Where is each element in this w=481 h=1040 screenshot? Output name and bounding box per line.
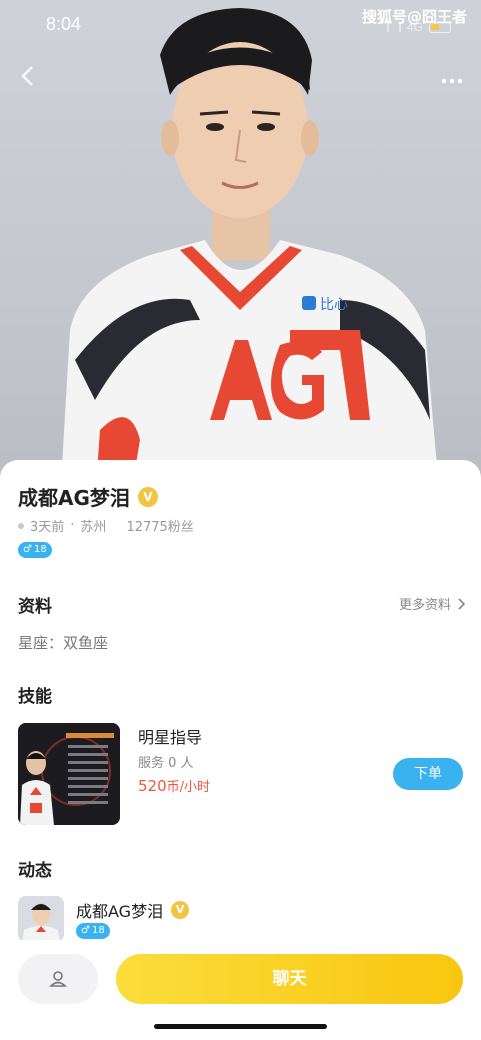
fans-count: 12775粉丝 <box>126 520 194 535</box>
bottom-action-bar: 聊天 <box>0 940 481 1040</box>
more-dots-icon <box>441 78 463 84</box>
verified-icon: V <box>137 486 158 507</box>
more-button[interactable] <box>441 66 463 91</box>
skill-served-count: 服务 0 人 <box>138 756 194 771</box>
skill-name: 明星指导 <box>138 728 203 747</box>
back-button[interactable] <box>14 62 42 90</box>
feed-name-row: 成都AG梦泪 V <box>76 898 190 922</box>
skill-price: 520币/小时 <box>138 776 210 795</box>
price-unit: 币/小时 <box>166 780 211 795</box>
skill-poster-image <box>18 723 120 825</box>
skill-thumbnail[interactable] <box>18 723 120 825</box>
online-status-dot <box>18 522 24 529</box>
profile-hero: 比心 8:04 4G 搜狐号@囧王者 <box>0 0 481 500</box>
chevron-right-icon <box>458 597 465 610</box>
feed-author-name: 成都AG梦泪 <box>76 902 164 921</box>
feed-age: 18 <box>91 925 105 936</box>
age: 18 <box>33 544 47 555</box>
watermark: 搜狐号@囧王者 <box>361 8 467 26</box>
chat-button[interactable]: 聊天 <box>116 954 463 1004</box>
meta-separator: · <box>70 518 75 533</box>
skills-section-title: 技能 <box>18 687 52 707</box>
verified-icon: V <box>171 901 190 919</box>
jersey-sponsor-text: 比心 <box>320 297 348 313</box>
male-icon: ♂ <box>23 544 32 555</box>
more-info-label: 更多资料 <box>398 598 451 613</box>
gender-age-badge: ♂ 18 <box>18 542 52 558</box>
feed-avatar[interactable] <box>18 896 64 942</box>
info-section-title: 资料 <box>18 597 52 617</box>
profile-photo: 比心 <box>60 8 440 500</box>
profile-meta: 3天前 · 苏州 12775粉丝 <box>18 516 194 535</box>
user-icon <box>49 971 67 987</box>
more-info-link[interactable]: 更多资料 <box>399 594 465 613</box>
location: 苏州 <box>80 520 107 535</box>
male-icon: ♂ <box>81 925 90 936</box>
feed-gender-age-badge: ♂ 18 <box>76 923 110 939</box>
chevron-left-icon <box>21 66 33 86</box>
profile-name: 成都AG梦泪 <box>18 486 130 510</box>
order-button[interactable]: 下单 <box>393 758 463 790</box>
status-time: 8:04 <box>46 14 82 34</box>
last-active: 3天前 <box>30 520 65 535</box>
feed-section-title: 动态 <box>18 861 52 881</box>
home-indicator <box>154 1024 327 1029</box>
constellation: 星座：双鱼座 <box>18 634 109 652</box>
follow-button[interactable] <box>18 954 98 1004</box>
profile-name-row: 成都AG梦泪 V <box>18 482 158 511</box>
price-value: 520 <box>138 777 167 795</box>
avatar-image <box>18 896 64 942</box>
